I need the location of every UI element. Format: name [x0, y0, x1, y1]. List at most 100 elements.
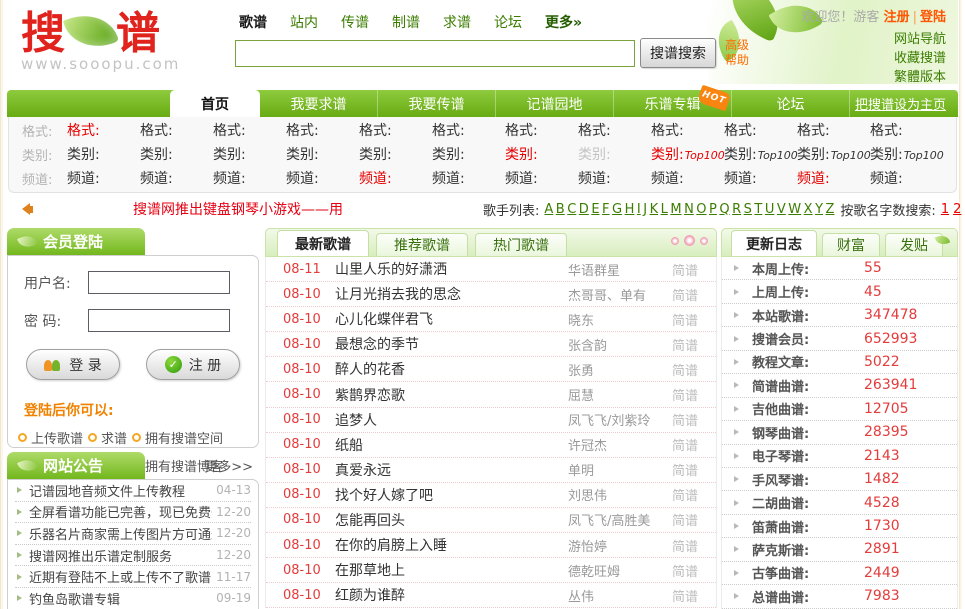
category-link[interactable]: 格式: [724, 120, 797, 140]
announcement-link[interactable]: 搜谱网推出乐谱定制服务 [29, 546, 212, 565]
main-tab[interactable]: 记谱园地 HOT [496, 90, 614, 117]
category-link[interactable]: 格式: [140, 120, 213, 140]
perk-link[interactable]: 求谱 [88, 428, 127, 447]
singer-letter-link[interactable]: T [754, 202, 762, 217]
perk-link[interactable]: 上传歌谱 [18, 428, 83, 447]
category-link[interactable]: 类别:Top100 [797, 144, 870, 164]
song-title-link[interactable]: 真爱永远 [335, 460, 568, 480]
song-type-link[interactable]: 简谱 [672, 485, 716, 504]
song-artist-link[interactable]: 丛伟 [568, 586, 672, 605]
perk-link[interactable]: 拥有搜谱空间 [132, 428, 223, 447]
song-type-link[interactable]: 简谱 [672, 460, 716, 479]
search-button[interactable]: 搜谱搜索 [640, 38, 716, 68]
quick-link[interactable]: 网站导航 [894, 30, 946, 49]
top-nav-item[interactable]: 更多» [545, 12, 582, 32]
song-artist-link[interactable]: 德乾旺姆 [568, 561, 672, 580]
singer-letter-link[interactable]: Y [815, 202, 823, 217]
category-link[interactable]: 频道: [432, 168, 505, 188]
singer-letter-link[interactable]: N [684, 202, 694, 217]
song-artist-link[interactable]: 屈慧 [568, 385, 672, 404]
singer-letter-link[interactable]: A [544, 202, 553, 217]
song-type-link[interactable]: 简谱 [672, 285, 716, 304]
category-link[interactable]: 频道: [870, 168, 943, 188]
search-help-link[interactable]: 帮助 [725, 53, 749, 68]
category-link[interactable]: 频道: [797, 168, 870, 188]
song-type-link[interactable]: 简谱 [672, 536, 716, 555]
count-number-link[interactable]: 1 [941, 202, 949, 217]
song-title-link[interactable]: 醉人的花香 [335, 359, 568, 379]
username-field[interactable] [88, 271, 230, 294]
main-tab[interactable]: 我要传谱 HOT [378, 90, 496, 117]
announcement-link[interactable]: 乐器名片商家需上传图片方可通过审 [29, 524, 212, 543]
singer-letter-link[interactable]: I [637, 202, 641, 217]
singer-letter-link[interactable]: J [643, 202, 647, 217]
register-link[interactable]: 注册 [884, 10, 910, 25]
category-link[interactable]: 类别: [359, 144, 432, 164]
announcement-row[interactable]: 全屏看谱功能已完善，现已免费开放 12-20 [15, 502, 251, 524]
singer-letter-link[interactable]: W [788, 202, 801, 217]
category-link[interactable]: 频道: [286, 168, 359, 188]
category-link[interactable]: 类别:Top100 [724, 144, 797, 164]
song-title-link[interactable]: 找个好人嫁了吧 [335, 485, 568, 505]
search-help-link[interactable]: 高级 [725, 38, 749, 53]
announcements-more-link[interactable]: 更多>> [205, 456, 259, 479]
top-nav-item[interactable]: 论坛 [494, 12, 522, 32]
announcement-row[interactable]: 近期有登陆不上或上传不了歌谱的请 11-17 [15, 566, 251, 588]
quick-link[interactable]: 繁體版本 [894, 68, 946, 87]
ticker-message[interactable]: 搜谱网推出键盘钢琴小游戏——用 [133, 199, 483, 219]
top-nav-item[interactable]: 歌谱 [239, 12, 267, 32]
singer-letter-link[interactable]: X [804, 202, 813, 217]
category-link[interactable]: 类别: [578, 144, 651, 164]
singer-letter-link[interactable]: F [602, 202, 609, 217]
category-link[interactable]: 格式: [870, 120, 943, 140]
song-title-link[interactable]: 怎能再回头 [335, 510, 568, 530]
category-link[interactable]: 类别: [140, 144, 213, 164]
singer-letter-link[interactable]: R [732, 202, 741, 217]
category-link[interactable]: 类别: [213, 144, 286, 164]
top-nav-item[interactable]: 传谱 [341, 12, 369, 32]
song-type-link[interactable]: 简谱 [672, 260, 716, 279]
song-artist-link[interactable]: 张勇 [568, 360, 672, 379]
song-artist-link[interactable]: 单明 [568, 460, 672, 479]
song-title-link[interactable]: 红颜为谁醉 [335, 585, 568, 605]
singer-letter-link[interactable]: O [696, 202, 706, 217]
song-artist-link[interactable]: 凤飞飞/刘紫玲 [568, 410, 672, 429]
song-artist-link[interactable]: 晓东 [568, 310, 672, 329]
singer-letter-link[interactable]: B [556, 202, 565, 217]
category-link[interactable]: 格式: [578, 120, 651, 140]
song-type-link[interactable]: 简谱 [672, 335, 716, 354]
category-link[interactable]: 类别: [432, 144, 505, 164]
song-title-link[interactable]: 在那草地上 [335, 560, 568, 580]
song-type-link[interactable]: 简谱 [672, 385, 716, 404]
singer-letter-link[interactable]: H [625, 202, 635, 217]
quick-link[interactable]: 收藏搜谱 [894, 49, 946, 68]
song-tab[interactable]: 热门歌谱 [475, 233, 567, 256]
song-type-link[interactable]: 简谱 [672, 360, 716, 379]
category-link[interactable]: 类别: [505, 144, 578, 164]
song-type-link[interactable]: 简谱 [672, 310, 716, 329]
search-input[interactable] [235, 40, 635, 67]
announcement-row[interactable]: 记谱园地音频文件上传教程 04-13 [15, 480, 251, 502]
song-title-link[interactable]: 最想念的季节 [335, 334, 568, 354]
top-nav-item[interactable]: 求谱 [443, 12, 471, 32]
song-tab[interactable]: 最新歌谱 [277, 230, 369, 256]
count-number-link[interactable]: 2 [953, 202, 961, 217]
category-link[interactable]: 格式: [67, 120, 140, 140]
announcement-link[interactable]: 全屏看谱功能已完善，现已免费开放 [29, 502, 212, 521]
announcement-link[interactable]: 近期有登陆不上或上传不了歌谱的请 [29, 567, 212, 586]
category-link[interactable]: 频道: [505, 168, 578, 188]
singer-letter-link[interactable]: E [591, 202, 599, 217]
category-link[interactable]: 频道: [213, 168, 286, 188]
singer-letter-link[interactable]: K [650, 202, 659, 217]
singer-letter-link[interactable]: U [765, 202, 775, 217]
announcement-row[interactable]: 乐器名片商家需上传图片方可通过审 12-20 [15, 523, 251, 545]
top-nav-item[interactable]: 制谱 [392, 12, 420, 32]
singer-letter-link[interactable]: M [670, 202, 681, 217]
category-link[interactable]: 频道: [67, 168, 140, 188]
song-title-link[interactable]: 心儿化蝶伴君飞 [335, 309, 568, 329]
stats-tab[interactable]: 更新日志 [731, 230, 817, 256]
song-title-link[interactable]: 纸船 [335, 435, 568, 455]
song-type-link[interactable]: 简谱 [672, 435, 716, 454]
category-link[interactable]: 格式: [651, 120, 724, 140]
category-link[interactable]: 频道: [578, 168, 651, 188]
